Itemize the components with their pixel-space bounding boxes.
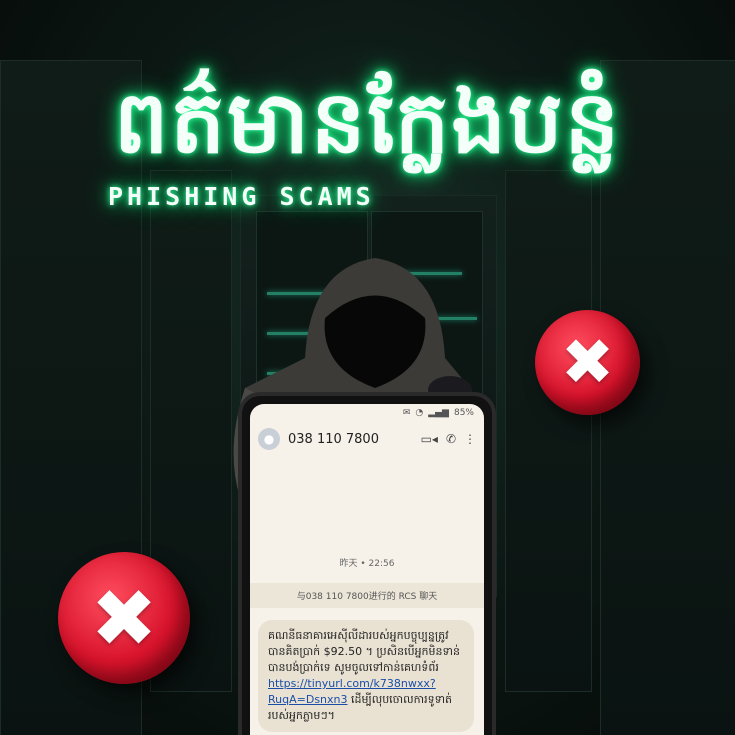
phone-screen: ✉ ◔ ▂▄▆ 85% ● 038 110 7800 ▭◂ ✆ ⋮ 昨天 • 2… — [250, 404, 484, 735]
more-options-icon[interactable]: ⋮ — [464, 432, 476, 446]
title-english: PHISHING SCAMS — [108, 182, 375, 211]
wifi-icon: ◔ — [415, 408, 424, 418]
message-timestamp: 昨天 • 22:56 — [339, 559, 395, 569]
message-text-before: គណនីធនាគារអេស៊ីលីដារបស់អ្នកបច្ចុប្បន្នត្… — [268, 629, 460, 674]
red-x-icon-left: ✖ — [58, 552, 190, 684]
signal-icon: ▂▄▆ — [428, 408, 449, 418]
notification-icon: ✉ — [402, 408, 411, 418]
red-x-icon-right: ✖ — [535, 310, 640, 415]
contact-avatar-icon[interactable]: ● — [258, 428, 280, 450]
video-call-icon[interactable]: ▭◂ — [421, 432, 438, 446]
phishing-poster: ពត៌មានក្លែងបន្លំ PHISHING SCAMS ✖ ✖ ✉ ◔ … — [0, 0, 735, 735]
rcs-chat-notice: 与038 110 7800进行的 RCS 聊天 — [250, 583, 484, 608]
server-rack-mid-right — [505, 170, 592, 692]
status-bar: ✉ ◔ ▂▄▆ 85% — [250, 404, 484, 422]
scam-message-bubble: គណនីធនាគារអេស៊ីលីដារបស់អ្នកបច្ចុប្បន្នត្… — [258, 620, 474, 732]
battery-level: 85% — [453, 408, 474, 418]
phone-call-icon[interactable]: ✆ — [446, 432, 456, 446]
contact-phone-number[interactable]: 038 110 7800 — [288, 432, 413, 447]
smartphone: ✉ ◔ ▂▄▆ 85% ● 038 110 7800 ▭◂ ✆ ⋮ 昨天 • 2… — [238, 392, 496, 735]
title-khmer: ពត៌មានក្លែងបន្លំ — [113, 73, 622, 173]
conversation-header: ● 038 110 7800 ▭◂ ✆ ⋮ — [250, 422, 484, 456]
